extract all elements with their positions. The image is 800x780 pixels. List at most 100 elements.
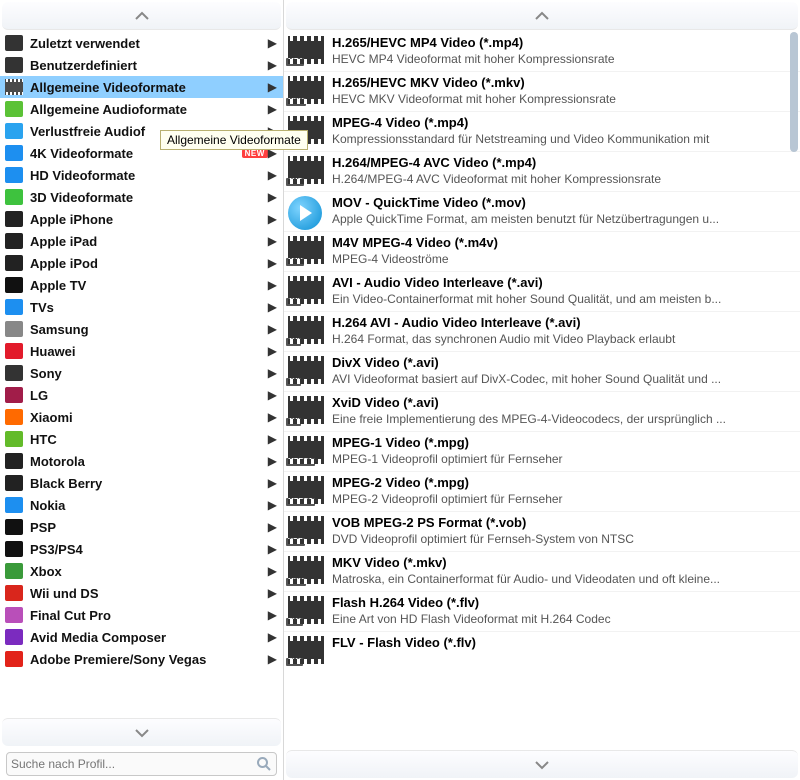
format-list[interactable]: MP4H.265/HEVC MP4 Video (*.mp4)HEVC MP4 … <box>284 32 800 748</box>
samsung-icon <box>4 320 24 338</box>
format-item[interactable]: MKV H.265/HEVC MKV Video (*.mkv)HEVC MKV … <box>284 71 800 111</box>
category-item[interactable]: Apple TV▶ <box>0 274 283 296</box>
category-item[interactable]: HD Videoformate▶ <box>0 164 283 186</box>
music-icon <box>4 100 24 118</box>
category-label: Samsung <box>30 322 268 337</box>
category-item[interactable]: TVs▶ <box>0 296 283 318</box>
4k-icon <box>4 144 24 162</box>
format-item[interactable]: AVIXviD Video (*.avi)Eine freie Implemen… <box>284 391 800 431</box>
format-tag: FLV <box>286 618 303 626</box>
category-item[interactable]: Apple iPad▶ <box>0 230 283 252</box>
format-item[interactable]: MP4H.265/HEVC MP4 Video (*.mp4)HEVC MP4 … <box>284 32 800 71</box>
category-item[interactable]: Final Cut Pro▶ <box>0 604 283 626</box>
chevron-right-icon: ▶ <box>268 102 277 116</box>
nokia-icon <box>4 496 24 514</box>
category-item[interactable]: Zuletzt verwendet▶ <box>0 32 283 54</box>
scrollbar-thumb[interactable] <box>790 32 798 152</box>
category-item[interactable]: Black Berry▶ <box>0 472 283 494</box>
category-label: TVs <box>30 300 268 315</box>
search-input[interactable] <box>11 757 256 771</box>
format-tag: FLV <box>286 658 303 666</box>
format-item[interactable]: AVCH.264/MPEG-4 AVC Video (*.mp4)H.264/M… <box>284 151 800 191</box>
category-item[interactable]: Benutzerdefiniert▶ <box>0 54 283 76</box>
format-item[interactable]: AVIDivX Video (*.avi)AVI Videoformat bas… <box>284 351 800 391</box>
format-item[interactable]: AVIH.264 AVI - Audio Video Interleave (*… <box>284 311 800 351</box>
category-label: 3D Videoformate <box>30 190 268 205</box>
chevron-right-icon: ▶ <box>268 278 277 292</box>
film-icon: MPEG1 <box>288 436 324 468</box>
category-item[interactable]: Allgemeine Videoformate▶ <box>0 76 283 98</box>
category-scroll-up[interactable] <box>2 2 281 30</box>
format-title: AVI - Audio Video Interleave (*.avi) <box>332 274 794 292</box>
format-title: H.264/MPEG-4 AVC Video (*.mp4) <box>332 154 794 172</box>
category-item[interactable]: Motorola▶ <box>0 450 283 472</box>
format-tag: AVI <box>286 338 301 346</box>
format-desc: H.264/MPEG-4 AVC Videoformat mit hoher K… <box>332 172 794 188</box>
category-label: Allgemeine Videoformate <box>30 80 268 95</box>
category-label: LG <box>30 388 268 403</box>
format-desc: MPEG-2 Videoprofil optimiert für Fernseh… <box>332 492 794 508</box>
format-scroll-up[interactable] <box>286 2 798 30</box>
category-item[interactable]: Avid Media Composer▶ <box>0 626 283 648</box>
format-desc: Eine freie Implementierung des MPEG-4-Vi… <box>332 412 794 428</box>
category-item[interactable]: Allgemeine Audioformate▶ <box>0 98 283 120</box>
category-item[interactable]: Wii und DS▶ <box>0 582 283 604</box>
iphone-icon <box>4 210 24 228</box>
format-item[interactable]: M4VM4V MPEG-4 Video (*.m4v)MPEG-4 Videos… <box>284 231 800 271</box>
format-desc: MPEG-4 Videoströme <box>332 252 794 268</box>
category-item[interactable]: 3D Videoformate▶ <box>0 186 283 208</box>
chevron-right-icon: ▶ <box>268 234 277 248</box>
format-title: FLV - Flash Video (*.flv) <box>332 634 794 652</box>
category-item[interactable]: Nokia▶ <box>0 494 283 516</box>
chevron-right-icon: ▶ <box>268 300 277 314</box>
category-item[interactable]: Xbox▶ <box>0 560 283 582</box>
category-item[interactable]: Huawei▶ <box>0 340 283 362</box>
format-title: VOB MPEG-2 PS Format (*.vob) <box>332 514 794 532</box>
hd-icon <box>4 166 24 184</box>
category-item[interactable]: LG▶ <box>0 384 283 406</box>
avid-icon <box>4 628 24 646</box>
format-desc: Ein Video-Containerformat mit hoher Soun… <box>332 292 794 308</box>
format-desc: H.264 Format, das synchronen Audio mit V… <box>332 332 794 348</box>
format-desc: AVI Videoformat basiert auf DivX-Codec, … <box>332 372 794 388</box>
category-label: Apple iPhone <box>30 212 268 227</box>
chevron-down-icon <box>134 728 150 738</box>
category-item[interactable]: Adobe Premiere/Sony Vegas▶ <box>0 648 283 670</box>
category-label: PSP <box>30 520 268 535</box>
category-item[interactable]: Apple iPhone▶ <box>0 208 283 230</box>
format-desc: Kompressionsstandard für Netstreaming un… <box>332 132 794 148</box>
format-title: H.265/HEVC MKV Video (*.mkv) <box>332 74 794 92</box>
format-item[interactable]: FLV FLV - Flash Video (*.flv) <box>284 631 800 671</box>
category-item[interactable]: Apple iPod▶ <box>0 252 283 274</box>
format-item[interactable]: VOBVOB MPEG-2 PS Format (*.vob)DVD Video… <box>284 511 800 551</box>
appletv-icon <box>4 276 24 294</box>
format-item[interactable]: MKVMKV Video (*.mkv)Matroska, ein Contai… <box>284 551 800 591</box>
chevron-up-icon <box>134 11 150 21</box>
format-item[interactable]: MPEG1MPEG-1 Video (*.mpg)MPEG-1 Videopro… <box>284 431 800 471</box>
film-icon: M4V <box>288 236 324 268</box>
note-icon <box>4 122 24 140</box>
format-item[interactable]: MOV - QuickTime Video (*.mov)Apple Quick… <box>284 191 800 231</box>
wii-icon <box>4 584 24 602</box>
format-item[interactable]: FLVFlash H.264 Video (*.flv)Eine Art von… <box>284 591 800 631</box>
category-label: Nokia <box>30 498 268 513</box>
category-item[interactable]: PS3/PS4▶ <box>0 538 283 560</box>
category-item[interactable]: PSP▶ <box>0 516 283 538</box>
category-item[interactable]: Xiaomi▶ <box>0 406 283 428</box>
category-tooltip: Allgemeine Videoformate <box>160 130 308 150</box>
format-tag: AVI <box>286 418 301 426</box>
category-item[interactable]: Samsung▶ <box>0 318 283 340</box>
format-desc: HEVC MKV Videoformat mit hoher Kompressi… <box>332 92 794 108</box>
category-item[interactable]: HTC▶ <box>0 428 283 450</box>
format-item[interactable]: MPEG2MPEG-2 Video (*.mpg)MPEG-2 Videopro… <box>284 471 800 511</box>
category-item[interactable]: Sony▶ <box>0 362 283 384</box>
category-scroll-down[interactable] <box>2 718 281 746</box>
format-tag: MKV <box>286 98 306 106</box>
profile-search[interactable] <box>6 752 277 776</box>
film-icon: AVI <box>288 396 324 428</box>
format-title: Flash H.264 Video (*.flv) <box>332 594 794 612</box>
format-scroll-down[interactable] <box>286 750 798 778</box>
format-item[interactable]: AVIAVI - Audio Video Interleave (*.avi)E… <box>284 271 800 311</box>
film-icon: FLV <box>288 596 324 628</box>
format-item[interactable]: MP4MPEG-4 Video (*.mp4)Kompressionsstand… <box>284 111 800 151</box>
